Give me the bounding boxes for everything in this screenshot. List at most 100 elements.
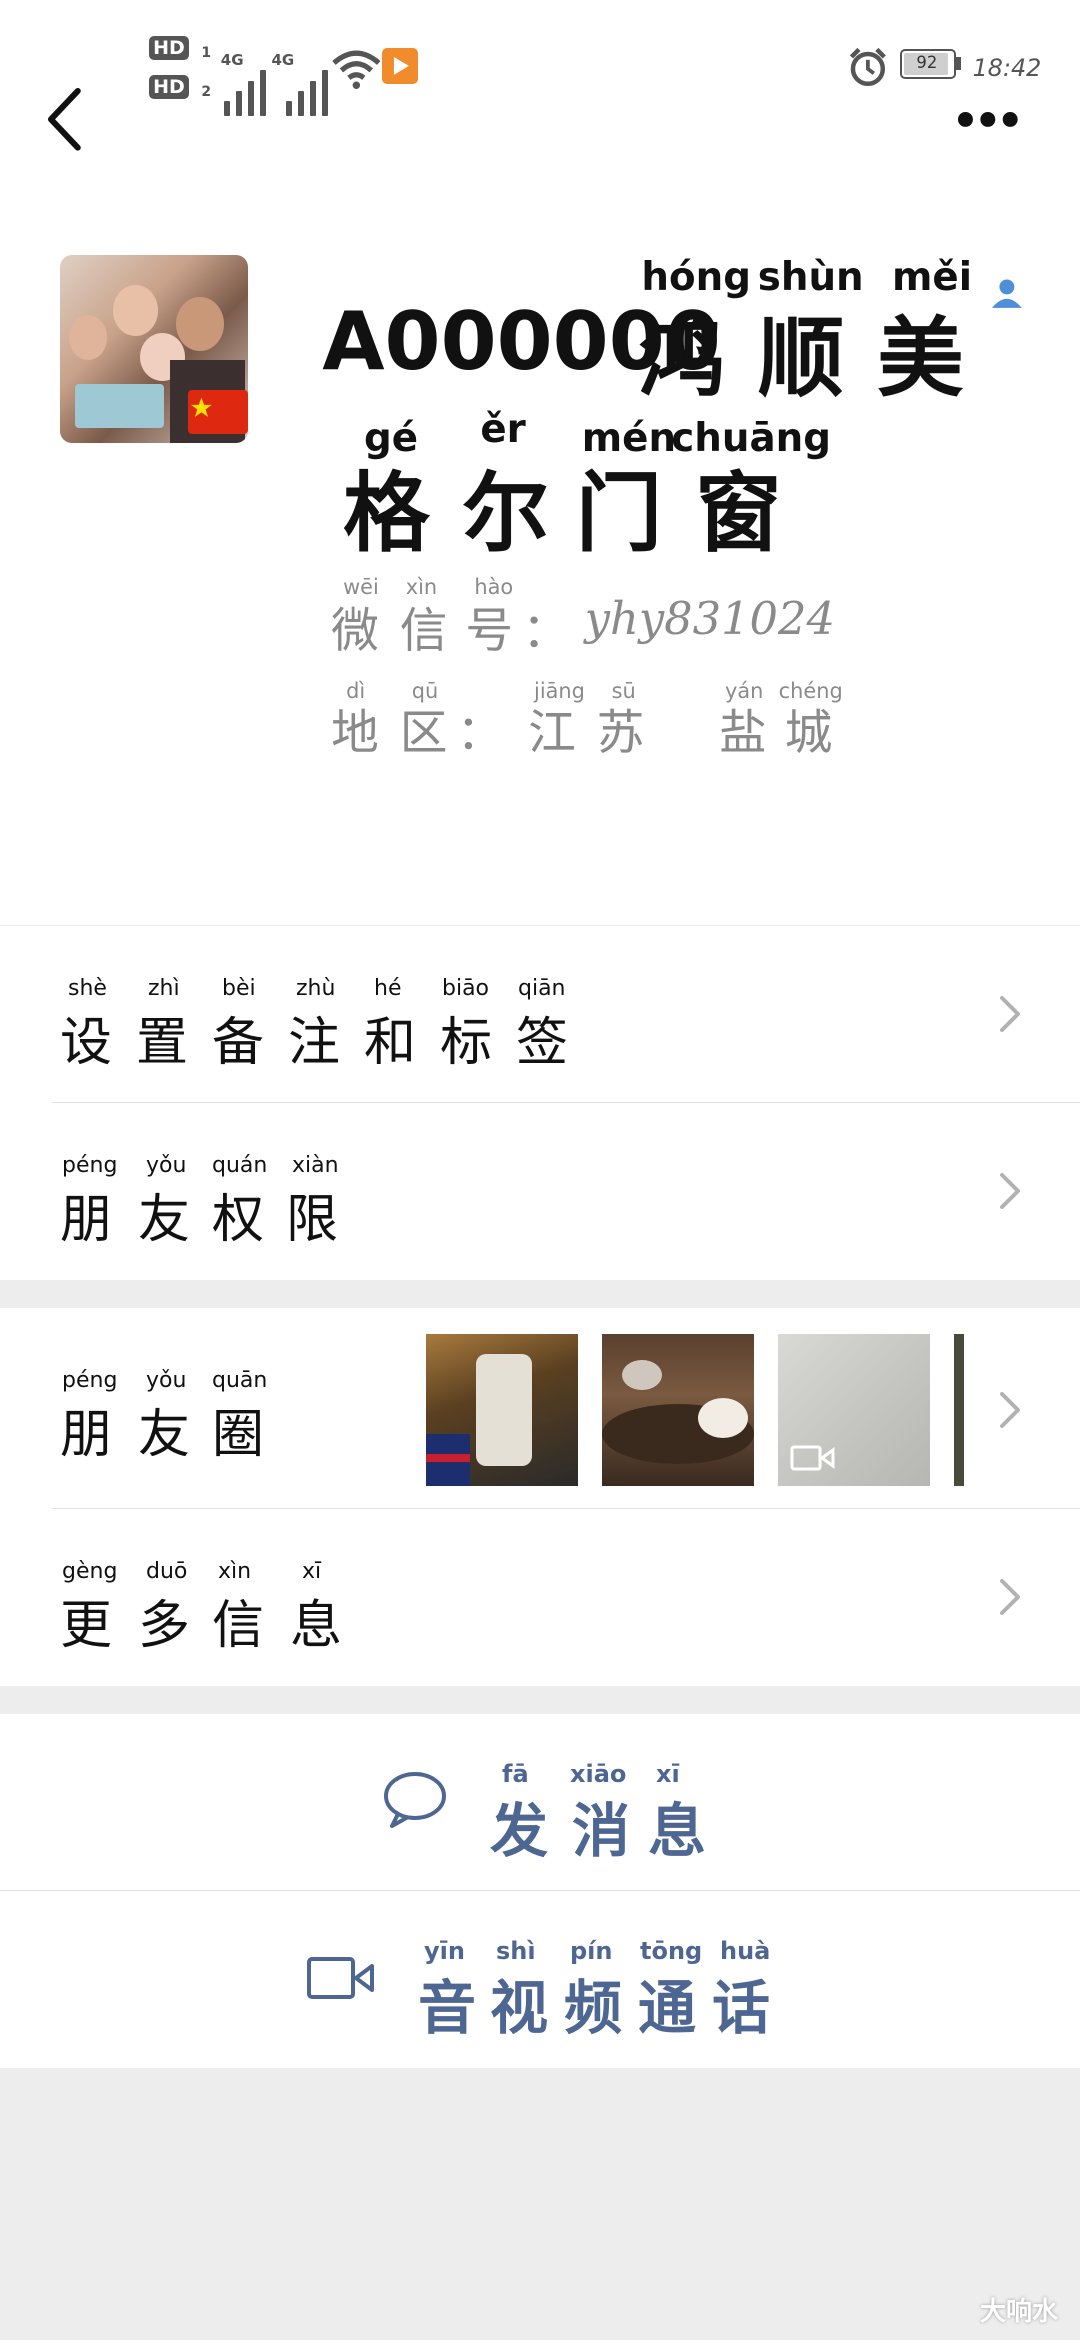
name-char: 格 <box>343 463 430 565</box>
pinyin: zhù <box>296 976 336 1001</box>
pinyin: hé <box>374 976 402 1001</box>
pinyin: yǒu <box>146 1368 187 1393</box>
watermark: 大响水 <box>979 2297 1058 2327</box>
hd1-badge: HD <box>149 35 189 60</box>
message-icon <box>384 1772 446 1828</box>
row-char: 和 <box>364 1013 417 1073</box>
app-notification-icon <box>381 47 418 84</box>
signal-icon <box>286 51 331 117</box>
pinyin: duō <box>146 1559 188 1584</box>
moments-row[interactable]: péng 朋 yǒu 友 quān 圈 <box>0 1308 1080 1508</box>
action-char: 话 <box>712 1974 771 2042</box>
pinyin: qiān <box>518 976 566 1001</box>
profile-card: A000000 hóng 鸿 shùn 顺 měi 美 gé 格 ěr 尔 mé… <box>0 88 1080 925</box>
name-char: 尔 <box>462 463 549 565</box>
action-char: 息 <box>648 1797 707 1865</box>
pinyin: péng <box>62 1153 118 1178</box>
label-char: 区 <box>399 705 448 761</box>
chevron-right-icon <box>1000 1173 1020 1209</box>
region-char: 江 <box>528 705 576 761</box>
action-char: 消 <box>572 1797 631 1865</box>
name-char: 美 <box>877 308 964 410</box>
chevron-right-icon <box>1000 996 1020 1032</box>
more-icon[interactable] <box>955 109 1021 130</box>
action-char: 发 <box>490 1797 549 1865</box>
moments-photo-4[interactable] <box>954 1334 964 1486</box>
pinyin: quán <box>212 1153 268 1178</box>
row-char: 圈 <box>212 1405 265 1465</box>
action-char: 视 <box>490 1974 549 2042</box>
moments-photo-2[interactable] <box>602 1334 754 1486</box>
row-char: 设 <box>60 1013 113 1073</box>
pinyin: xī <box>302 1559 322 1584</box>
name-char: 窗 <box>695 463 782 565</box>
wifi-icon <box>332 50 381 89</box>
colon: ： <box>522 604 570 660</box>
row-char: 注 <box>288 1013 341 1073</box>
contact-icon <box>991 279 1022 308</box>
pinyin: gèng <box>62 1559 118 1584</box>
signal-icon <box>223 51 269 117</box>
pinyin: bèi <box>222 976 256 1001</box>
pinyin: zhì <box>148 976 180 1001</box>
action-char: 频 <box>564 1974 623 2042</box>
action-char: 音 <box>418 1974 477 2042</box>
row-char: 限 <box>286 1190 339 1250</box>
region-char: 城 <box>784 705 833 761</box>
name-char: 门 <box>575 463 663 565</box>
action-group: fā 发 xiāo 消 xī 息 yīn 音 shì 视 pín 频 tōng … <box>0 1714 1080 2068</box>
row-char: 签 <box>516 1013 569 1073</box>
row-char: 息 <box>290 1596 343 1656</box>
row-char: 标 <box>440 1013 493 1073</box>
row-char: 友 <box>138 1190 191 1250</box>
hd2-sub: 2 <box>201 83 212 100</box>
region-char: 盐 <box>719 705 767 761</box>
row-char: 信 <box>212 1596 265 1656</box>
colon: ： <box>456 705 505 761</box>
pinyin: péng <box>62 1368 118 1393</box>
label-char: 号 <box>465 604 514 660</box>
label-char: 信 <box>399 604 448 660</box>
chevron-right-icon <box>1000 1579 1020 1615</box>
pinyin: shè <box>68 976 107 1001</box>
video-call-icon <box>307 1957 374 1999</box>
row-char: 朋 <box>60 1190 113 1250</box>
send-message-button[interactable]: fā 发 xiāo 消 xī 息 <box>0 1714 1080 1890</box>
china-flag-icon <box>187 389 248 435</box>
label-char: 微 <box>331 604 379 660</box>
friend-permissions-row[interactable]: péng 朋 yǒu 友 quán 权 xiàn 限 <box>0 1103 1080 1280</box>
pinyin: biāo <box>442 976 490 1001</box>
clock: 18:42 <box>972 53 1042 82</box>
hd1-sub: 1 <box>201 44 212 61</box>
battery-icon: 92 <box>899 49 957 80</box>
pinyin: xiàn <box>292 1153 339 1178</box>
row-char: 朋 <box>60 1405 113 1465</box>
back-icon[interactable] <box>42 85 87 154</box>
moments-photo-1[interactable] <box>426 1334 578 1486</box>
pinyin: xìn <box>218 1559 252 1584</box>
pinyin: quān <box>212 1368 268 1393</box>
video-call-button[interactable]: yīn 音 shì 视 pín 频 tōng 通 huà 话 <box>0 1891 1080 2068</box>
video-badge-icon <box>790 1445 835 1471</box>
row-char: 更 <box>60 1596 113 1656</box>
battery-tip <box>956 56 961 71</box>
hd2-badge: HD <box>149 74 189 99</box>
pinyin: yǒu <box>146 1153 187 1178</box>
alarm-icon <box>850 47 887 86</box>
moments-video-3[interactable] <box>778 1334 930 1486</box>
name-char: 顺 <box>757 308 845 410</box>
row-char: 多 <box>138 1596 191 1656</box>
action-char: 通 <box>638 1974 697 2042</box>
row-char: 置 <box>136 1013 189 1073</box>
set-remarks-row[interactable]: shè 设 zhì 置 bèi 备 zhù 注 hé 和 biāo 标 qiān… <box>0 926 1080 1102</box>
wechat-id[interactable]: yhy831024 <box>585 592 835 645</box>
row-char: 权 <box>212 1190 265 1250</box>
chevron-right-icon <box>1000 1392 1020 1428</box>
name-char: 鸿 <box>638 308 725 410</box>
more-info-row[interactable]: gèng 更 duō 多 xìn 信 xī 息 <box>0 1509 1080 1686</box>
row-char: 备 <box>212 1013 265 1073</box>
menu-group-moments: péng 朋 yǒu 友 quān 圈 gèng 更 duō 多 xìn 信 x… <box>0 1308 1080 1686</box>
label-char: 地 <box>331 705 379 761</box>
row-char: 友 <box>138 1405 191 1465</box>
menu-group-settings: shè 设 zhì 置 bèi 备 zhù 注 hé 和 biāo 标 qiān… <box>0 926 1080 1280</box>
